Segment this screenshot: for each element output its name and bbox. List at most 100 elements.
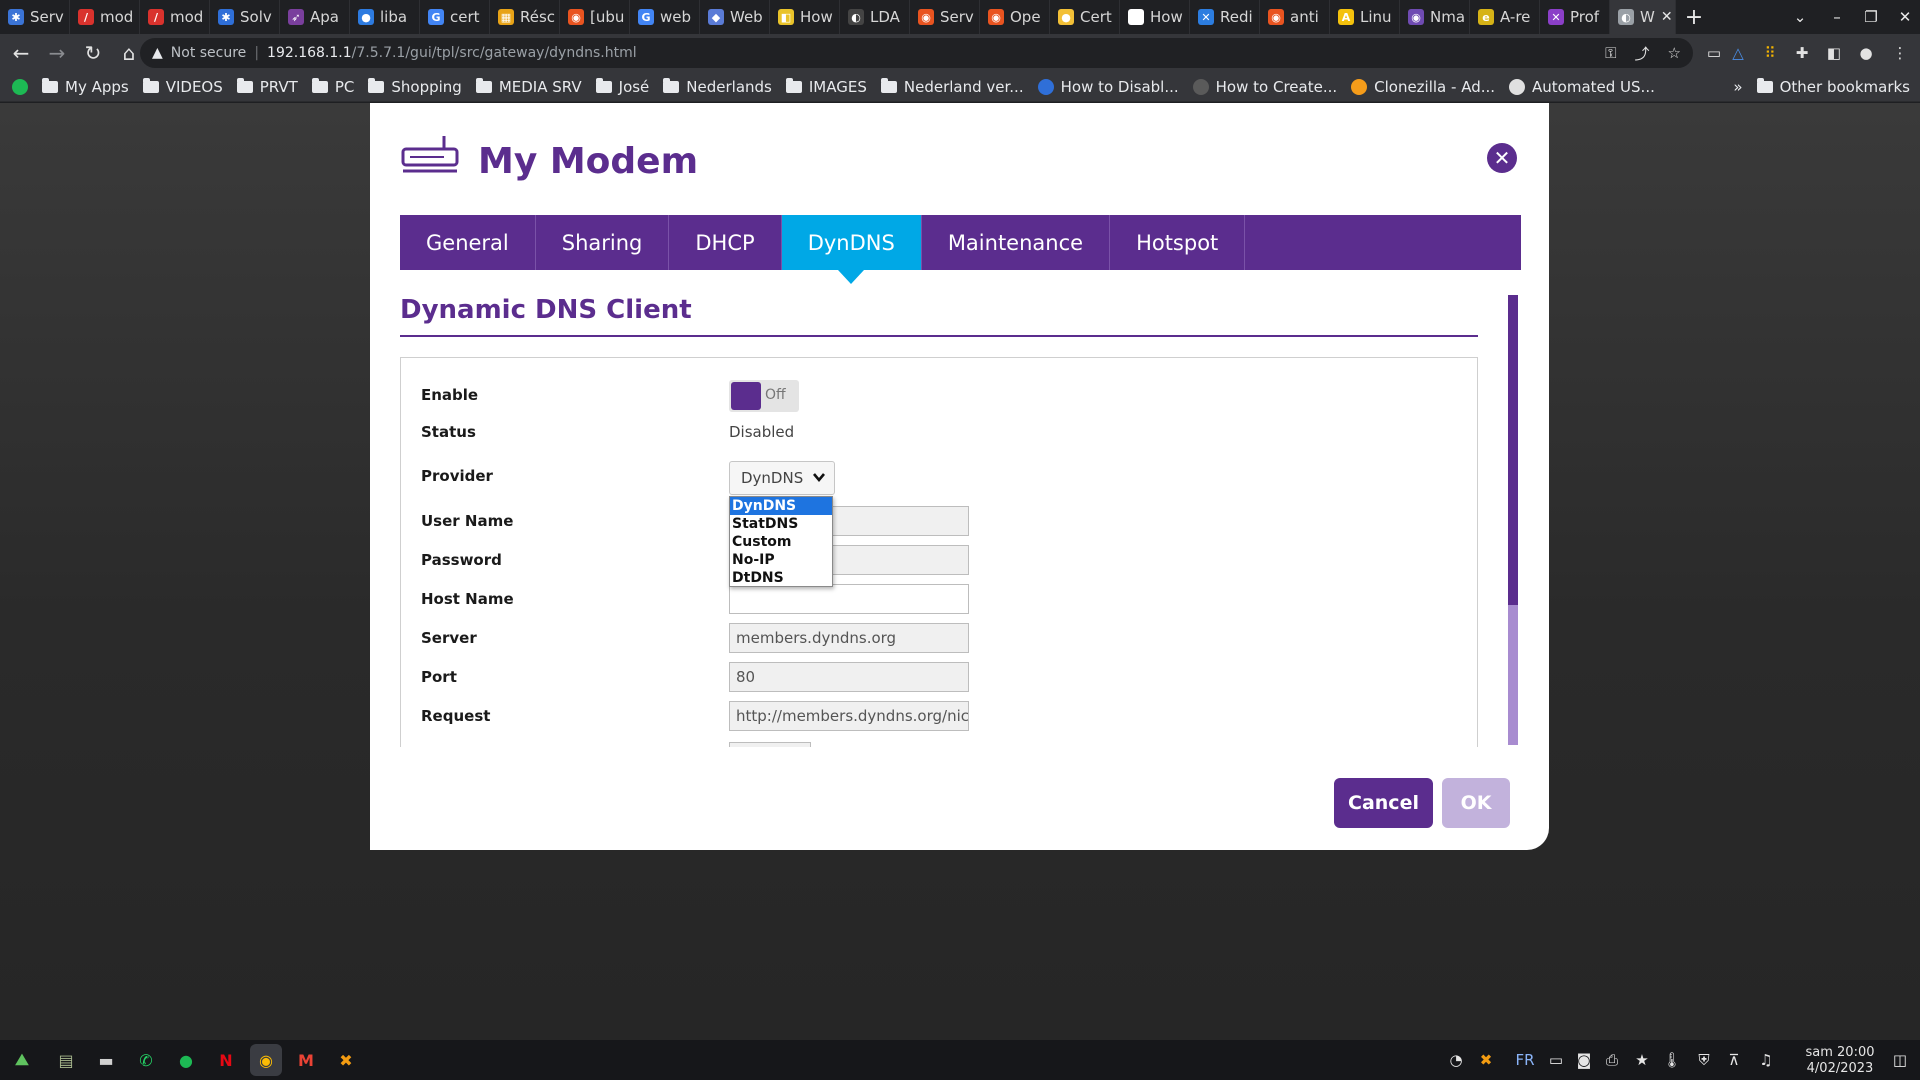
browser-tab[interactable]: ✉ How <box>1120 0 1190 34</box>
provider-option[interactable]: DtDNS <box>730 569 832 587</box>
close-icon[interactable]: ✕ <box>1487 143 1517 173</box>
bookmark-folder[interactable]: PC <box>311 77 354 96</box>
bookmark-folder[interactable]: José <box>595 77 649 96</box>
whatsapp-icon[interactable]: ✆ <box>130 1044 162 1076</box>
key-icon[interactable]: ⚿ <box>1605 44 1616 62</box>
temperature-icon[interactable]: 🌡 <box>1660 1040 1684 1080</box>
provider-option[interactable]: Custom <box>730 533 832 551</box>
clock[interactable]: sam 20:00 4/02/2023 <box>1790 1045 1890 1077</box>
browser-tab[interactable]: ◐ LDA <box>840 0 910 34</box>
request-input[interactable]: http://members.dyndns.org/nic/ <box>729 701 969 731</box>
browser-tab[interactable]: ◉ anti <box>1260 0 1330 34</box>
address-bar[interactable]: ▲ Not secure | 192.168.1.1 /7.5.7.1/gui/… <box>140 38 1693 68</box>
tray-xampp-icon[interactable]: ✖ <box>1474 1040 1498 1080</box>
extensions-puzzle-icon[interactable]: ✚ <box>1788 34 1816 72</box>
forward-icon[interactable]: → <box>42 38 72 68</box>
browser-tab[interactable]: / mod <box>140 0 210 34</box>
bookmark-folder[interactable]: MEDIA SRV <box>475 77 582 96</box>
tray-app-icon[interactable]: ◔ <box>1444 1040 1468 1080</box>
minimize-icon[interactable]: – <box>1820 0 1854 34</box>
scrollbar-thumb[interactable] <box>1508 295 1518 605</box>
spotify-bookmark-icon[interactable] <box>12 78 28 95</box>
browser-tab[interactable]: ✱ Serv <box>0 0 70 34</box>
side-panel-icon[interactable]: ◧ <box>1820 34 1848 72</box>
provider-dropdown-list[interactable]: DynDNS StatDNS Custom No-IP DtDNS <box>729 496 833 587</box>
browser-tab[interactable]: ◉ Ope <box>980 0 1050 34</box>
terminal-icon[interactable]: ▬ <box>90 1044 122 1076</box>
tab-hotspot[interactable]: Hotspot <box>1110 215 1246 270</box>
bookmark-folder[interactable]: Shopping <box>368 77 462 96</box>
bookmark-link[interactable]: How to Create... <box>1192 78 1337 96</box>
browser-tab[interactable]: ◆ Web <box>700 0 770 34</box>
tab-dyndns[interactable]: DynDNS <box>781 215 922 284</box>
keyboard-layout[interactable]: FR <box>1508 1040 1542 1080</box>
bookmark-link[interactable]: Automated US... <box>1509 78 1655 96</box>
port-input[interactable]: 80 <box>729 662 969 692</box>
other-bookmarks-folder[interactable]: Other bookmarks <box>1756 78 1910 96</box>
window-close-icon[interactable]: ✕ <box>1888 0 1920 34</box>
browser-tab[interactable]: ✕ Prof <box>1540 0 1610 34</box>
enable-toggle[interactable]: Off <box>729 380 799 412</box>
browser-tab[interactable]: ◉ [ubu <box>560 0 630 34</box>
server-input[interactable]: members.dyndns.org <box>729 623 969 653</box>
bookmark-folder[interactable]: Nederlands <box>663 77 772 96</box>
chrome-icon[interactable]: ◉ <box>250 1044 282 1076</box>
provider-option[interactable]: No-IP <box>730 551 832 569</box>
tab-sharing[interactable]: Sharing <box>536 215 670 270</box>
tab-dhcp[interactable]: DHCP <box>669 215 782 270</box>
provider-option[interactable]: StatDNS <box>730 515 832 533</box>
tab-maintenance[interactable]: Maintenance <box>922 215 1111 270</box>
xampp-icon[interactable]: ✖ <box>330 1044 362 1076</box>
screenshot-icon[interactable]: ◙ <box>1572 1040 1596 1080</box>
cancel-button[interactable]: Cancel <box>1334 778 1433 828</box>
tab-close-icon[interactable]: ✕ <box>1661 9 1673 25</box>
apps-grid-icon[interactable]: ⠿ <box>1756 34 1784 72</box>
browser-tab[interactable]: e A-re <box>1470 0 1540 34</box>
share-icon[interactable]: ⤴ <box>1635 43 1650 64</box>
bookmarks-overflow-button[interactable]: » <box>1733 78 1742 96</box>
bookmark-link[interactable]: Clonezilla - Ad... <box>1351 78 1495 96</box>
profile-avatar-icon[interactable]: ● <box>1852 34 1880 72</box>
tab-search-icon[interactable]: ⌄ <box>1783 0 1817 34</box>
browser-tab[interactable]: / mod <box>70 0 140 34</box>
provider-select[interactable]: DynDNS <box>729 461 835 495</box>
file-manager-icon[interactable]: ▤ <box>50 1044 82 1076</box>
bookmark-star-icon[interactable]: ☆ <box>1668 44 1681 62</box>
browser-tab[interactable]: ✱ Solv <box>210 0 280 34</box>
extension-icon[interactable]: △ <box>1724 34 1752 72</box>
printer-icon[interactable]: ⎙ <box>1600 1040 1624 1080</box>
shield-icon[interactable]: ⛨ <box>1692 1040 1716 1080</box>
browser-tab[interactable]: Gcert <box>420 0 490 34</box>
favorites-star-icon[interactable]: ★ <box>1630 1040 1654 1080</box>
partial-input[interactable] <box>729 742 811 747</box>
browser-tab[interactable]: ➶ Apa <box>280 0 350 34</box>
bookmark-folder[interactable]: Nederland ver... <box>880 77 1024 96</box>
show-desktop-icon[interactable]: ◫ <box>1888 1040 1912 1080</box>
sound-icon[interactable]: ♫ <box>1754 1040 1778 1080</box>
start-menu-icon[interactable]: ⛰ <box>6 1044 38 1076</box>
browser-tab[interactable]: ● Cert <box>1050 0 1120 34</box>
browser-tab[interactable]: ◧ How <box>770 0 840 34</box>
bookmark-folder[interactable]: VIDEOS <box>142 77 223 96</box>
browser-tab[interactable]: Gweb <box>630 0 700 34</box>
browser-tab[interactable]: ◉ Serv <box>910 0 980 34</box>
spotify-icon[interactable]: ● <box>170 1044 202 1076</box>
browser-tab[interactable]: ● liba <box>350 0 420 34</box>
gmail-icon[interactable]: M <box>290 1044 322 1076</box>
bookmark-link[interactable]: How to Disabl... <box>1037 78 1179 96</box>
reload-icon[interactable]: ↻ <box>78 38 108 68</box>
new-tab-button[interactable]: + <box>1676 0 1712 34</box>
browser-tab[interactable]: ◉ Nma <box>1400 0 1470 34</box>
bookmark-folder[interactable]: IMAGES <box>785 77 867 96</box>
back-icon[interactable]: ← <box>6 38 36 68</box>
provider-option[interactable]: DynDNS <box>730 497 832 515</box>
browser-tab[interactable]: ▦ Résc <box>490 0 560 34</box>
tray-monitor-icon[interactable]: ▭ <box>1544 1040 1568 1080</box>
browser-tab[interactable]: ✕ Redi <box>1190 0 1260 34</box>
hostname-input[interactable] <box>729 584 969 614</box>
network-icon[interactable]: ⊼ <box>1722 1040 1746 1080</box>
bookmark-folder[interactable]: My Apps <box>42 77 129 96</box>
maximize-icon[interactable]: ❐ <box>1854 0 1888 34</box>
ok-button[interactable]: OK <box>1442 778 1510 828</box>
bookmark-folder[interactable]: PRVT <box>236 77 298 96</box>
